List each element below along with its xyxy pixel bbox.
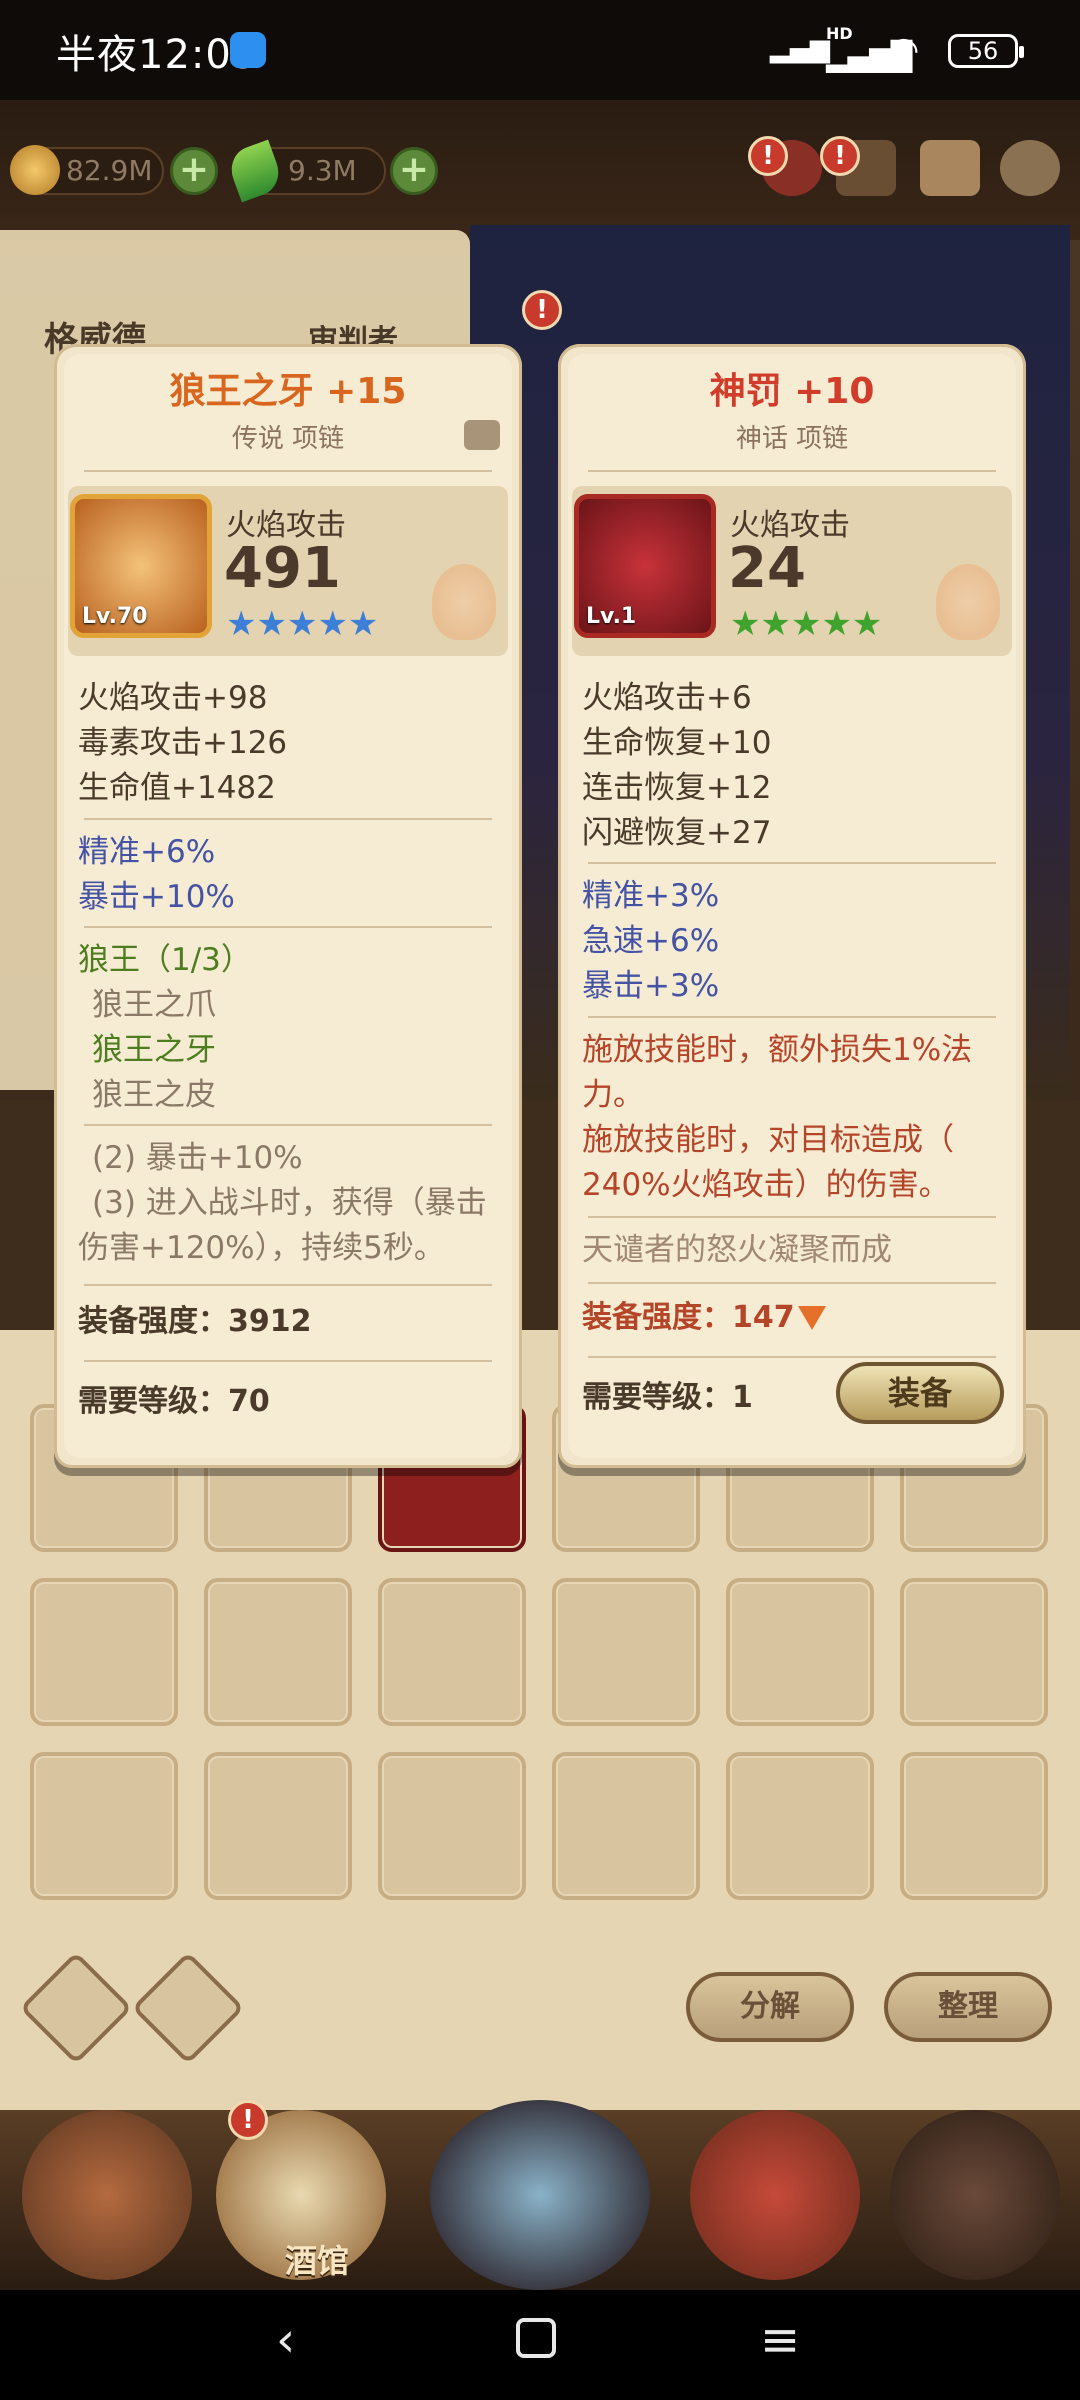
item-title: 狼王之牙 +15 <box>169 371 407 412</box>
inventory-slot[interactable] <box>30 1578 178 1726</box>
stat-line: 生命值+1482 <box>78 770 276 806</box>
home-nav-icon[interactable] <box>516 2318 556 2358</box>
set-item: 狼王之皮 <box>92 1077 216 1113</box>
status-bar: 半夜12:03 ▂▄▆ HD ▂▄▆█ ◠ 56 <box>0 0 1080 100</box>
mail-icon[interactable] <box>920 140 980 196</box>
gold-coin-icon <box>10 145 60 195</box>
battery-icon: 56 <box>948 34 1024 68</box>
alert-badge: ! <box>228 2100 268 2140</box>
item-subtitle: 传说 项链 <box>231 424 345 454</box>
item-level: Lv.1 <box>586 604 637 629</box>
rating-stars: ★★★★★ <box>730 604 883 644</box>
main-stat-value: 24 <box>728 536 806 601</box>
wifi-icon: ◠ <box>888 30 920 71</box>
item-card-equipped: 狼王之牙 +15 传说 项链 Lv.70 火焰攻击 491 ★★★★★ 火焰攻击… <box>54 344 522 1468</box>
item-hero: Lv.1 火焰攻击 24 ★★★★★ <box>572 486 1012 656</box>
set-item-owned: 狼王之牙 <box>92 1032 216 1068</box>
inventory-slot[interactable] <box>552 1578 700 1726</box>
fire-element-icon <box>432 564 496 640</box>
add-gold-button[interactable]: + <box>170 147 218 195</box>
decompose-button[interactable]: 分解 <box>686 1972 854 2042</box>
guild-shield-icon[interactable] <box>690 2110 860 2280</box>
town-house-icon[interactable] <box>22 2110 192 2280</box>
inventory-slot[interactable] <box>30 1752 178 1900</box>
item-level: Lv.70 <box>82 604 148 629</box>
inventory-slot[interactable] <box>900 1752 1048 1900</box>
substat-line: 急速+6% <box>582 923 720 959</box>
effect-line: 力。 <box>582 1077 644 1113</box>
set-item: 狼王之爪 <box>92 987 216 1023</box>
item-hero: Lv.70 火焰攻击 491 ★★★★★ <box>68 486 508 656</box>
inventory-slot[interactable] <box>726 1752 874 1900</box>
equipment-power: 装备强度：147 <box>582 1300 795 1335</box>
power-down-arrow-icon <box>798 1306 826 1330</box>
equipment-power: 装备强度：3912 <box>78 1304 312 1339</box>
substat-line: 暴击+3% <box>582 968 720 1004</box>
set-effect: 伤害+120%），持续5秒。 <box>78 1230 445 1266</box>
alert-badge: ! <box>522 290 562 330</box>
substat-line: 暴击+10% <box>78 879 235 915</box>
stat-line: 生命恢复+10 <box>582 725 772 761</box>
effect-line: 施放技能时，额外损失1%法 <box>582 1032 973 1068</box>
inventory-slot[interactable] <box>378 1578 526 1726</box>
equip-button[interactable]: 装备 <box>836 1362 1004 1424</box>
shirt-icon <box>464 420 500 450</box>
stat-line: 火焰攻击+6 <box>582 680 752 716</box>
inventory-slot[interactable] <box>726 1578 874 1726</box>
forge-cauldron-icon[interactable] <box>890 2110 1060 2280</box>
set-title: 狼王（1/3） <box>78 942 252 978</box>
inventory-slot[interactable] <box>552 1752 700 1900</box>
set-effect: (2) 暴击+10% <box>92 1140 303 1176</box>
mobile-signal-off-icon: ▂▄▆ <box>770 34 830 64</box>
item-card-compare: 神罚 +10 神话 项链 Lv.1 火焰攻击 24 ★★★★★ 火焰攻击+6 生… <box>558 344 1026 1468</box>
nav-label-tavern: 酒馆 <box>284 2242 349 2280</box>
stat-line: 闪避恢复+27 <box>582 815 772 851</box>
inventory-slot[interactable] <box>378 1752 526 1900</box>
status-time: 半夜12:03 <box>56 32 259 78</box>
item-subtitle: 神话 项链 <box>735 424 849 454</box>
effect-line: 施放技能时，对目标造成（ <box>582 1122 954 1158</box>
add-gem-button[interactable]: + <box>390 147 438 195</box>
stat-line: 连击恢复+12 <box>582 770 772 806</box>
adventure-portal-icon[interactable] <box>430 2100 650 2290</box>
menu-nav-icon[interactable]: ≡ <box>760 2312 800 2368</box>
inventory-slot[interactable] <box>204 1578 352 1726</box>
fire-element-icon <box>936 564 1000 640</box>
settings-gear-icon[interactable] <box>1000 140 1060 196</box>
flavor-text: 天谴者的怒火凝聚而成 <box>582 1232 892 1268</box>
alert-badge: ! <box>820 136 860 176</box>
alert-badge: ! <box>748 136 788 176</box>
rating-stars: ★★★★★ <box>226 604 379 644</box>
substat-line: 精准+6% <box>78 834 216 870</box>
stat-line: 火焰攻击+98 <box>78 680 268 716</box>
required-level: 需要等级：70 <box>78 1384 270 1419</box>
effect-line: 240%火焰攻击）的伤害。 <box>582 1167 950 1203</box>
sort-button[interactable]: 整理 <box>884 1972 1052 2042</box>
item-title: 神罚 +10 <box>709 371 875 412</box>
required-level: 需要等级：1 <box>582 1380 753 1415</box>
set-effect: (3) 进入战斗时，获得（暴击 <box>92 1185 487 1221</box>
substat-line: 精准+3% <box>582 878 720 914</box>
back-nav-icon[interactable]: ‹ <box>276 2312 295 2368</box>
inventory-slot[interactable] <box>900 1578 1048 1726</box>
stat-line: 毒素攻击+126 <box>78 725 288 761</box>
main-stat-value: 491 <box>224 536 341 601</box>
cloud-app-icon <box>230 32 266 68</box>
inventory-slot[interactable] <box>204 1752 352 1900</box>
